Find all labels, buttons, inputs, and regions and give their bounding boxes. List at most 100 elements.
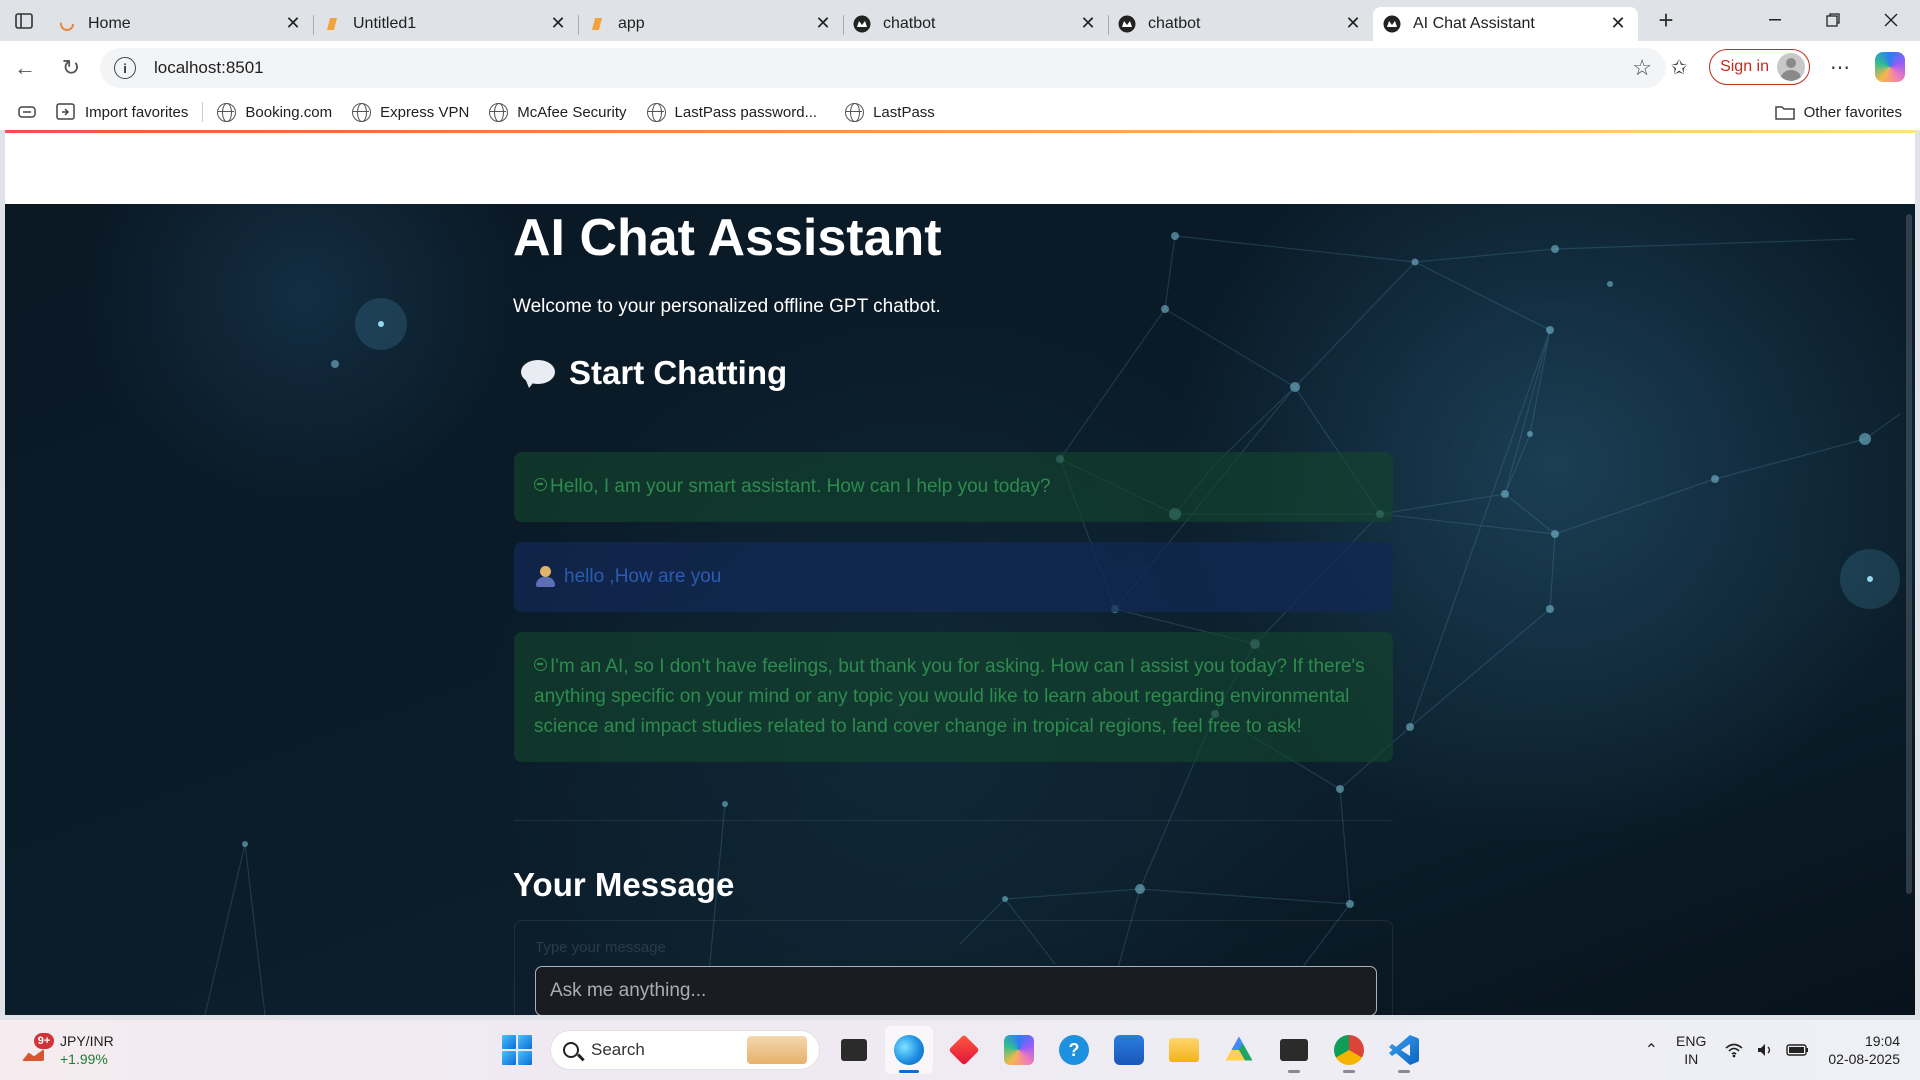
- chrome-app[interactable]: [1325, 1026, 1373, 1074]
- sidebar-icon: [15, 12, 33, 29]
- edge-icon: [894, 1035, 924, 1065]
- store-app[interactable]: [1105, 1026, 1153, 1074]
- close-icon[interactable]: ✕: [548, 13, 568, 34]
- other-favorites[interactable]: Other favorites: [1765, 97, 1912, 127]
- globe-icon: [489, 102, 509, 122]
- vscode-app[interactable]: [1380, 1026, 1428, 1074]
- tab-app[interactable]: app ✕: [578, 7, 843, 41]
- streamlit-icon: [1118, 15, 1136, 33]
- favorite-lastpass-password[interactable]: LastPass password...: [637, 97, 828, 127]
- tab-actions-button[interactable]: [0, 1, 48, 41]
- favorites-button[interactable]: ✩: [1659, 47, 1699, 87]
- sign-in-button[interactable]: Sign in: [1709, 49, 1810, 85]
- file-explorer-app[interactable]: [1160, 1026, 1208, 1074]
- pinned-apps: ?: [830, 1026, 1428, 1074]
- favorite-lastpass[interactable]: LastPass: [835, 97, 945, 127]
- tab-title: chatbot: [1148, 14, 1201, 32]
- assistant-message: I'm an AI, so I don't have feelings, but…: [514, 632, 1393, 762]
- streamlit-icon: [853, 15, 871, 33]
- minimize-button[interactable]: [1746, 0, 1804, 40]
- import-icon: [56, 103, 75, 120]
- copilot-icon: [1875, 52, 1905, 82]
- page-scrollbar[interactable]: [1906, 214, 1912, 894]
- page-subtitle: Welcome to your personalized offline GPT…: [513, 296, 941, 317]
- tab-title: AI Chat Assistant: [1413, 14, 1535, 32]
- page-viewport: AI Chat Assistant Welcome to your person…: [5, 130, 1915, 1015]
- store-icon: [1114, 1035, 1144, 1065]
- user-message: hello ,How are you: [514, 542, 1393, 612]
- clock-date: 02-08-2025: [1828, 1051, 1900, 1067]
- close-icon[interactable]: ✕: [283, 13, 303, 34]
- google-drive-app[interactable]: [1215, 1026, 1263, 1074]
- favorite-express-vpn[interactable]: Express VPN: [342, 97, 479, 127]
- restore-button[interactable]: [1804, 0, 1862, 40]
- widget-change: +1.99%: [60, 1051, 108, 1067]
- globe-icon: [845, 102, 865, 122]
- hide-favorites-toggle[interactable]: [0, 97, 46, 127]
- back-button[interactable]: ←: [2, 48, 48, 88]
- tab-chatbot[interactable]: chatbot ✕: [843, 7, 1108, 41]
- notification-badge: 9+: [34, 1033, 54, 1049]
- tab-chatbot-2[interactable]: chatbot ✕: [1108, 7, 1373, 41]
- speech-balloon-icon: [521, 360, 555, 388]
- tab-untitled1[interactable]: Untitled1 ✕: [313, 7, 578, 41]
- favorite-mcafee[interactable]: McAfee Security: [479, 97, 636, 127]
- window-controls: [1746, 0, 1920, 40]
- notebook-icon: [323, 15, 341, 33]
- favorite-label: LastPass password...: [674, 103, 818, 121]
- close-icon[interactable]: ✕: [1608, 13, 1628, 34]
- edge-app[interactable]: [885, 1026, 933, 1074]
- battery-icon: [1786, 1044, 1809, 1056]
- streamlit-icon: [1383, 15, 1401, 33]
- favorite-booking[interactable]: Booking.com: [207, 97, 342, 127]
- app-diamond[interactable]: [940, 1026, 988, 1074]
- widget-text: JPY/INR +1.99%: [60, 1032, 114, 1068]
- chat-section-heading: Start Chatting: [513, 354, 787, 392]
- address-bar[interactable]: i localhost:8501 ☆: [100, 48, 1666, 88]
- terminal-app[interactable]: [1270, 1026, 1318, 1074]
- new-tab-button[interactable]: +: [1644, 4, 1688, 38]
- copilot-button[interactable]: [1870, 47, 1910, 87]
- favorite-label: McAfee Security: [517, 103, 627, 121]
- taskbar-search[interactable]: Search: [550, 1030, 820, 1070]
- tab-title: Untitled1: [353, 14, 417, 32]
- close-window-button[interactable]: [1862, 0, 1920, 40]
- favorite-import-favorites[interactable]: Import favorites: [46, 97, 198, 127]
- url-text[interactable]: localhost:8501: [154, 58, 1632, 78]
- favorite-label: Import favorites: [85, 103, 189, 121]
- search-label: Search: [591, 1040, 645, 1059]
- site-info-icon[interactable]: i: [114, 57, 136, 79]
- vscode-icon: [1389, 1035, 1419, 1065]
- refresh-button[interactable]: ↻: [48, 48, 94, 88]
- task-view-button[interactable]: [830, 1026, 878, 1074]
- refresh-icon: ↻: [61, 54, 81, 80]
- chevron-up-icon[interactable]: ⌃: [1645, 1040, 1658, 1060]
- close-icon[interactable]: ✕: [813, 13, 833, 34]
- favorite-label: Booking.com: [245, 103, 333, 121]
- tab-ai-chat-assistant[interactable]: AI Chat Assistant ✕: [1373, 6, 1638, 41]
- assistant-message: Hello, I am your smart assistant. How ca…: [514, 452, 1393, 522]
- clock-time: 19:04: [1864, 1033, 1900, 1049]
- help-app[interactable]: ?: [1050, 1026, 1098, 1074]
- favorite-label: Express VPN: [380, 103, 470, 121]
- widget-title: JPY/INR: [60, 1033, 114, 1049]
- close-icon[interactable]: ✕: [1078, 13, 1098, 34]
- avatar: [1777, 53, 1805, 81]
- copilot-app[interactable]: [995, 1026, 1043, 1074]
- more-options-button[interactable]: ⋯: [1820, 47, 1860, 87]
- language-indicator[interactable]: ENG IN: [1676, 1032, 1706, 1068]
- chat-heading-text: Start Chatting: [569, 354, 788, 391]
- browser-toolbar: ← ↻ i localhost:8501 ☆ ✩ Sign in ⋯: [0, 41, 1920, 94]
- copilot-icon: [1004, 1035, 1034, 1065]
- favorite-star-icon[interactable]: ☆: [1632, 55, 1652, 81]
- favorite-label: LastPass: [873, 103, 935, 121]
- favorites-bar: Import favorites Booking.com Express VPN…: [0, 94, 1920, 130]
- tab-home[interactable]: Home ✕: [48, 7, 313, 41]
- start-button[interactable]: [502, 1035, 532, 1065]
- message-input[interactable]: [535, 966, 1377, 1015]
- close-icon[interactable]: ✕: [1343, 13, 1363, 34]
- clock[interactable]: 19:04 02-08-2025: [1828, 1032, 1900, 1068]
- tray-icons[interactable]: [1724, 1042, 1810, 1058]
- currency-widget[interactable]: 9+ JPY/INR +1.99%: [20, 1028, 114, 1072]
- tab-title: Home: [88, 14, 131, 32]
